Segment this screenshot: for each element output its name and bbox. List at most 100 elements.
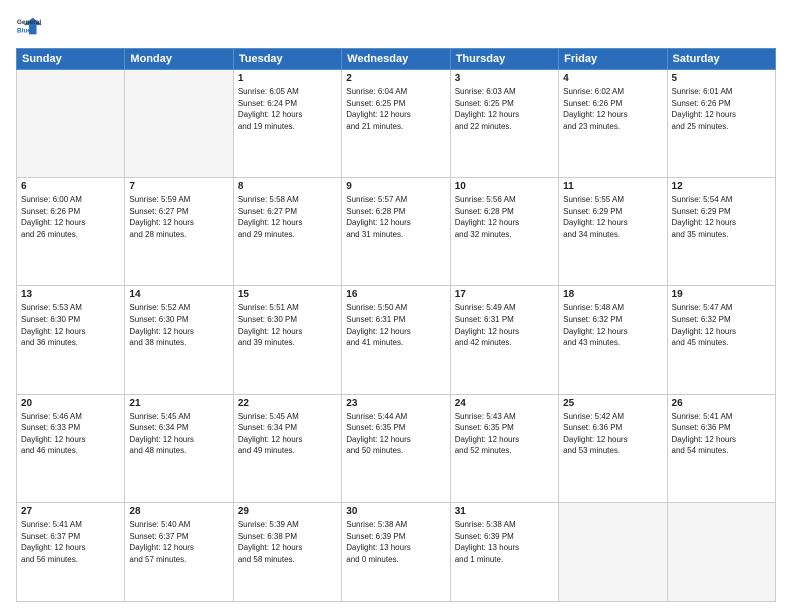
- day-info: Sunrise: 5:45 AM Sunset: 6:34 PM Dayligh…: [238, 411, 337, 457]
- day-info: Sunrise: 5:52 AM Sunset: 6:30 PM Dayligh…: [129, 302, 228, 348]
- calendar-cell: 11Sunrise: 5:55 AM Sunset: 6:29 PM Dayli…: [559, 178, 667, 286]
- day-info: Sunrise: 5:59 AM Sunset: 6:27 PM Dayligh…: [129, 194, 228, 240]
- day-info: Sunrise: 5:43 AM Sunset: 6:35 PM Dayligh…: [455, 411, 554, 457]
- day-info: Sunrise: 6:01 AM Sunset: 6:26 PM Dayligh…: [672, 86, 771, 132]
- header-row: SundayMondayTuesdayWednesdayThursdayFrid…: [17, 49, 776, 70]
- calendar-cell: 25 Sunrise: 5:42 AM Sunset: 6:36 PM Dayli…: [559, 394, 667, 502]
- header-cell-tuesday: Tuesday: [233, 49, 341, 70]
- calendar-cell: 24 Sunrise: 5:43 AM Sunset: 6:35 PM Dayli…: [450, 394, 558, 502]
- calendar-cell: 16 Sunrise: 5:50 AM Sunset: 6:31 PM Dayli…: [342, 286, 450, 394]
- day-info: Sunrise: 5:44 AM Sunset: 6:35 PM Dayligh…: [346, 411, 445, 457]
- calendar-cell: 28Sunrise: 5:40 AM Sunset: 6:37 PM Dayli…: [125, 502, 233, 601]
- calendar-cell: 18 Sunrise: 5:48 AM Sunset: 6:32 PM Dayli…: [559, 286, 667, 394]
- calendar-table: SundayMondayTuesdayWednesdayThursdayFrid…: [16, 48, 776, 602]
- day-number: 24: [455, 398, 554, 409]
- day-number: 23: [346, 398, 445, 409]
- calendar-cell: 17 Sunrise: 5:49 AM Sunset: 6:31 PM Dayli…: [450, 286, 558, 394]
- day-number: 16: [346, 289, 445, 300]
- calendar-cell: 2 Sunrise: 6:04 AM Sunset: 6:25 PM Daylig…: [342, 70, 450, 178]
- calendar-cell: 1Sunrise: 6:05 AM Sunset: 6:24 PM Daylig…: [233, 70, 341, 178]
- header-cell-thursday: Thursday: [450, 49, 558, 70]
- day-info: Sunrise: 5:38 AM Sunset: 6:39 PM Dayligh…: [346, 519, 445, 565]
- day-info: Sunrise: 6:03 AM Sunset: 6:25 PM Dayligh…: [455, 86, 554, 132]
- day-number: 25: [563, 398, 662, 409]
- calendar-cell: 20 Sunrise: 5:46 AM Sunset: 6:33 PM Dayli…: [17, 394, 125, 502]
- calendar-header: SundayMondayTuesdayWednesdayThursdayFrid…: [17, 49, 776, 70]
- header-cell-saturday: Saturday: [667, 49, 775, 70]
- calendar-week-1: 1Sunrise: 6:05 AM Sunset: 6:24 PM Daylig…: [17, 70, 776, 178]
- calendar-body: 1Sunrise: 6:05 AM Sunset: 6:24 PM Daylig…: [17, 70, 776, 602]
- day-number: 19: [672, 289, 771, 300]
- day-number: 22: [238, 398, 337, 409]
- day-number: 18: [563, 289, 662, 300]
- calendar-cell: 5 Sunrise: 6:01 AM Sunset: 6:26 PM Daylig…: [667, 70, 775, 178]
- svg-text:General: General: [17, 19, 41, 26]
- calendar-cell: 3 Sunrise: 6:03 AM Sunset: 6:25 PM Daylig…: [450, 70, 558, 178]
- day-info: Sunrise: 5:41 AM Sunset: 6:36 PM Dayligh…: [672, 411, 771, 457]
- day-number: 3: [455, 73, 554, 84]
- header-cell-monday: Monday: [125, 49, 233, 70]
- day-info: Sunrise: 5:46 AM Sunset: 6:33 PM Dayligh…: [21, 411, 120, 457]
- calendar-cell: 8 Sunrise: 5:58 AM Sunset: 6:27 PM Daylig…: [233, 178, 341, 286]
- day-number: 6: [21, 181, 120, 192]
- calendar-week-3: 13Sunrise: 5:53 AM Sunset: 6:30 PM Dayli…: [17, 286, 776, 394]
- calendar-week-2: 6Sunrise: 6:00 AM Sunset: 6:26 PM Daylig…: [17, 178, 776, 286]
- calendar-cell: 12 Sunrise: 5:54 AM Sunset: 6:29 PM Dayli…: [667, 178, 775, 286]
- day-info: Sunrise: 5:48 AM Sunset: 6:32 PM Dayligh…: [563, 302, 662, 348]
- day-number: 20: [21, 398, 120, 409]
- day-info: Sunrise: 5:51 AM Sunset: 6:30 PM Dayligh…: [238, 302, 337, 348]
- day-info: Sunrise: 5:38 AM Sunset: 6:39 PM Dayligh…: [455, 519, 554, 565]
- calendar-cell: 15 Sunrise: 5:51 AM Sunset: 6:30 PM Dayli…: [233, 286, 341, 394]
- day-info: Sunrise: 5:50 AM Sunset: 6:31 PM Dayligh…: [346, 302, 445, 348]
- calendar-cell: 4Sunrise: 6:02 AM Sunset: 6:26 PM Daylig…: [559, 70, 667, 178]
- day-number: 9: [346, 181, 445, 192]
- day-number: 2: [346, 73, 445, 84]
- day-info: Sunrise: 5:54 AM Sunset: 6:29 PM Dayligh…: [672, 194, 771, 240]
- calendar-cell: 22 Sunrise: 5:45 AM Sunset: 6:34 PM Dayli…: [233, 394, 341, 502]
- calendar-cell: [125, 70, 233, 178]
- day-number: 12: [672, 181, 771, 192]
- calendar-cell: 19 Sunrise: 5:47 AM Sunset: 6:32 PM Dayli…: [667, 286, 775, 394]
- day-info: Sunrise: 5:41 AM Sunset: 6:37 PM Dayligh…: [21, 519, 120, 565]
- calendar-cell: 26 Sunrise: 5:41 AM Sunset: 6:36 PM Dayli…: [667, 394, 775, 502]
- day-info: Sunrise: 5:56 AM Sunset: 6:28 PM Dayligh…: [455, 194, 554, 240]
- header-cell-sunday: Sunday: [17, 49, 125, 70]
- calendar-cell: 27 Sunrise: 5:41 AM Sunset: 6:37 PM Dayli…: [17, 502, 125, 601]
- calendar-cell: 31 Sunrise: 5:38 AM Sunset: 6:39 PM Dayli…: [450, 502, 558, 601]
- calendar-cell: [17, 70, 125, 178]
- calendar-cell: 10Sunrise: 5:56 AM Sunset: 6:28 PM Dayli…: [450, 178, 558, 286]
- day-number: 15: [238, 289, 337, 300]
- day-number: 30: [346, 506, 445, 517]
- header-cell-friday: Friday: [559, 49, 667, 70]
- svg-text:Blue: Blue: [17, 28, 31, 35]
- day-info: Sunrise: 6:05 AM Sunset: 6:24 PM Dayligh…: [238, 86, 337, 132]
- calendar-cell: 21Sunrise: 5:45 AM Sunset: 6:34 PM Dayli…: [125, 394, 233, 502]
- day-info: Sunrise: 6:04 AM Sunset: 6:25 PM Dayligh…: [346, 86, 445, 132]
- day-number: 8: [238, 181, 337, 192]
- day-number: 31: [455, 506, 554, 517]
- calendar-cell: 14 Sunrise: 5:52 AM Sunset: 6:30 PM Dayli…: [125, 286, 233, 394]
- day-number: 27: [21, 506, 120, 517]
- calendar-cell: 13Sunrise: 5:53 AM Sunset: 6:30 PM Dayli…: [17, 286, 125, 394]
- calendar-week-4: 20 Sunrise: 5:46 AM Sunset: 6:33 PM Dayli…: [17, 394, 776, 502]
- day-info: Sunrise: 6:02 AM Sunset: 6:26 PM Dayligh…: [563, 86, 662, 132]
- calendar-cell: 23 Sunrise: 5:44 AM Sunset: 6:35 PM Dayli…: [342, 394, 450, 502]
- day-info: Sunrise: 5:45 AM Sunset: 6:34 PM Dayligh…: [129, 411, 228, 457]
- day-info: Sunrise: 5:39 AM Sunset: 6:38 PM Dayligh…: [238, 519, 337, 565]
- calendar-cell: 29Sunrise: 5:39 AM Sunset: 6:38 PM Dayli…: [233, 502, 341, 601]
- day-info: Sunrise: 5:53 AM Sunset: 6:30 PM Dayligh…: [21, 302, 120, 348]
- calendar-cell: 30 Sunrise: 5:38 AM Sunset: 6:39 PM Dayli…: [342, 502, 450, 601]
- day-info: Sunrise: 5:47 AM Sunset: 6:32 PM Dayligh…: [672, 302, 771, 348]
- day-number: 5: [672, 73, 771, 84]
- calendar-cell: 6Sunrise: 6:00 AM Sunset: 6:26 PM Daylig…: [17, 178, 125, 286]
- day-info: Sunrise: 5:55 AM Sunset: 6:29 PM Dayligh…: [563, 194, 662, 240]
- day-number: 28: [129, 506, 228, 517]
- day-info: Sunrise: 5:58 AM Sunset: 6:27 PM Dayligh…: [238, 194, 337, 240]
- day-number: 17: [455, 289, 554, 300]
- header-cell-wednesday: Wednesday: [342, 49, 450, 70]
- calendar-cell: [667, 502, 775, 601]
- day-info: Sunrise: 5:42 AM Sunset: 6:36 PM Dayligh…: [563, 411, 662, 457]
- day-info: Sunrise: 5:49 AM Sunset: 6:31 PM Dayligh…: [455, 302, 554, 348]
- day-number: 26: [672, 398, 771, 409]
- day-number: 14: [129, 289, 228, 300]
